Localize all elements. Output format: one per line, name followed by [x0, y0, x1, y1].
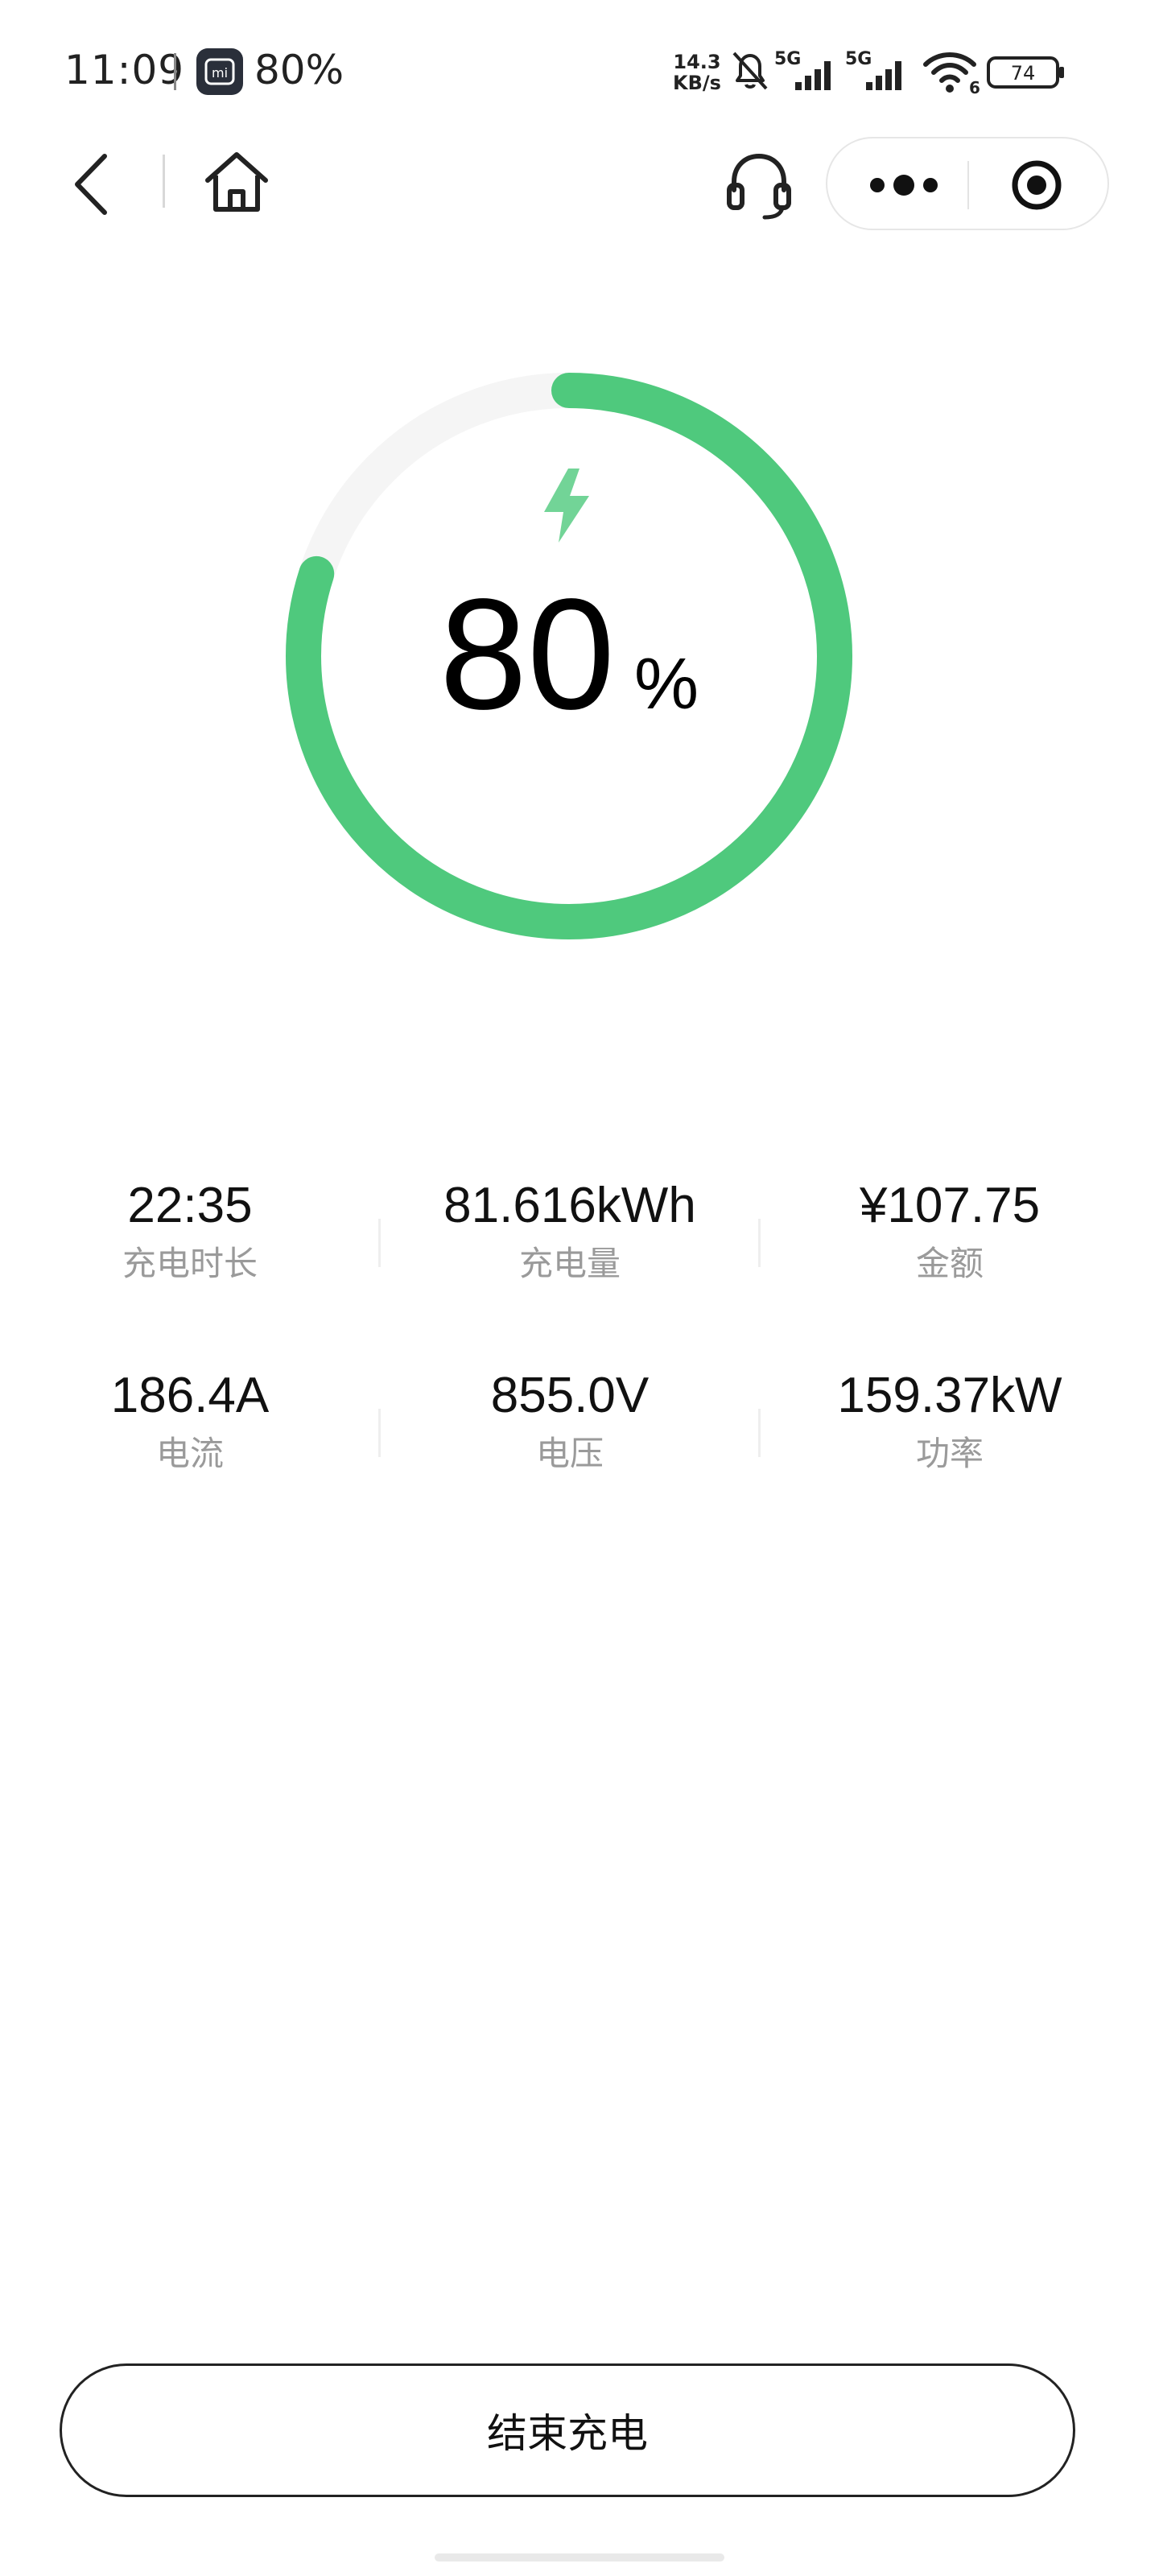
signal-2-label: 5G: [845, 49, 872, 69]
stat-value: 159.37kW: [837, 1368, 1062, 1423]
network-speed-unit: KB/s: [673, 72, 721, 94]
status-battery-percent: 80%: [254, 47, 344, 93]
capsule-divider: [967, 161, 969, 209]
charge-percent-display: 80%: [283, 576, 855, 733]
wifi-label: 6: [969, 78, 980, 95]
chevron-left-icon: [75, 154, 107, 215]
network-speed-value: 14.3: [673, 51, 721, 73]
mini-program-capsule: [826, 137, 1109, 230]
home-icon: [205, 152, 268, 212]
customer-support-button[interactable]: [723, 148, 795, 221]
stat-value: 855.0V: [490, 1368, 650, 1423]
bolt-icon: [539, 465, 596, 546]
xiaomi-app-icon: mi: [196, 48, 243, 95]
network-speed: 14.3 KB/s: [665, 52, 729, 97]
end-charging-button[interactable]: 结束充电: [60, 2363, 1075, 2497]
cell-signal-1-icon: 5G: [774, 47, 840, 93]
stat-divider: [378, 1219, 381, 1267]
charge-percent-value: 80: [439, 566, 615, 742]
status-bar: 11:09 mi 80% 14.3 KB/s 5G 5G 6 74: [0, 0, 1159, 137]
nav-divider: [163, 155, 165, 208]
stat-power: 159.37kW 功率: [760, 1365, 1140, 1476]
home-indicator: [435, 2553, 724, 2562]
status-time: 11:09: [64, 47, 185, 93]
stat-label: 功率: [915, 1434, 984, 1473]
back-button[interactable]: [68, 150, 116, 219]
target-circle-icon: [1012, 160, 1062, 210]
battery-level: 74: [1011, 62, 1036, 85]
stat-label: 金额: [915, 1244, 984, 1283]
stat-amount: ¥107.75 金额: [760, 1175, 1140, 1286]
signal-1-label: 5G: [774, 49, 801, 69]
stat-label: 电流: [155, 1434, 224, 1473]
more-dots-icon: [870, 175, 938, 196]
bell-muted-icon: [729, 48, 771, 93]
stat-value: ¥107.75: [859, 1178, 1041, 1233]
stat-divider: [758, 1409, 761, 1457]
headset-icon: [727, 153, 791, 220]
stat-divider: [758, 1219, 761, 1267]
stat-value: 22:35: [127, 1178, 253, 1233]
stat-voltage: 855.0V 电压: [380, 1365, 760, 1476]
cell-signal-2-icon: 5G: [845, 47, 911, 93]
stat-value: 186.4A: [110, 1368, 270, 1423]
stat-current: 186.4A 电流: [0, 1365, 380, 1476]
app-icon-text: mi: [212, 65, 228, 80]
wifi-icon: 6: [922, 48, 980, 97]
home-button[interactable]: [201, 150, 272, 214]
more-button[interactable]: [860, 161, 948, 209]
stat-value: 81.616kWh: [443, 1178, 696, 1233]
stat-energy: 81.616kWh 充电量: [380, 1175, 760, 1286]
battery-icon: 74: [987, 55, 1067, 90]
stat-duration: 22:35 充电时长: [0, 1175, 380, 1286]
stat-label: 充电时长: [122, 1244, 258, 1283]
stat-label: 充电量: [518, 1244, 621, 1283]
stat-divider: [378, 1409, 381, 1457]
stat-label: 电压: [535, 1434, 604, 1473]
charge-percent-unit: %: [633, 644, 699, 724]
close-mini-program-button[interactable]: [1008, 156, 1066, 214]
charging-progress-ring: 80%: [283, 370, 855, 942]
status-divider: [174, 53, 176, 90]
